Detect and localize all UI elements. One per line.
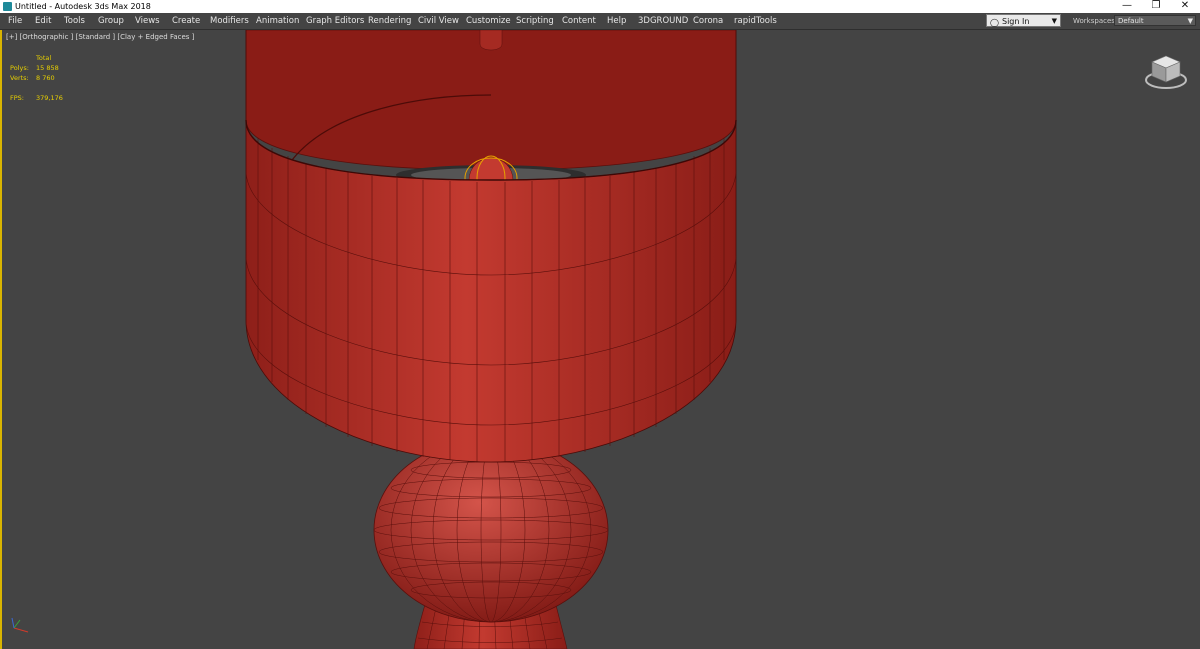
stats-total-label: Total: [36, 54, 52, 62]
menu-3dground[interactable]: 3DGROUND: [638, 13, 688, 29]
menu-file[interactable]: File: [8, 13, 22, 29]
menu-modifiers[interactable]: Modifiers: [210, 13, 249, 29]
stats-verts-value: 8 760: [36, 74, 55, 82]
menu-content[interactable]: Content: [562, 13, 596, 29]
menu-edit[interactable]: Edit: [35, 13, 51, 29]
orthographic-viewport[interactable]: [+] [Orthographic ] [Standard ] [Clay + …: [0, 30, 1200, 649]
menu-scripting[interactable]: Scripting: [516, 13, 554, 29]
3dsmax-app-icon[interactable]: [3, 2, 12, 11]
viewcube-icon[interactable]: [1142, 50, 1190, 92]
viewport-label[interactable]: [+] [Orthographic ] [Standard ] [Clay + …: [6, 33, 194, 41]
workspaces-label: Workspaces:: [1073, 17, 1118, 25]
menu-rendering[interactable]: Rendering: [368, 13, 411, 29]
person-icon: ◯: [990, 18, 999, 27]
menu-tools[interactable]: Tools: [64, 13, 85, 29]
menu-civil-view[interactable]: Civil View: [418, 13, 459, 29]
menu-graph-editors[interactable]: Graph Editors: [306, 13, 364, 29]
workspaces-value: Default: [1118, 17, 1144, 25]
stats-polys-value: 15 858: [36, 64, 59, 72]
menu-create[interactable]: Create: [172, 13, 200, 29]
menu-views[interactable]: Views: [135, 13, 160, 29]
stats-polys-label: Polys:: [10, 64, 29, 72]
stats-verts-label: Verts:: [10, 74, 29, 82]
scene-render: [245, 30, 737, 649]
title-bar: Untitled - Autodesk 3ds Max 2018 — ❐ ✕: [0, 0, 1200, 13]
stats-fps-label: FPS:: [10, 94, 24, 102]
stats-fps-value: 379,176: [36, 94, 63, 102]
workspaces-select[interactable]: Default ▼: [1114, 15, 1196, 26]
menu-group[interactable]: Group: [98, 13, 124, 29]
chevron-down-icon: ▼: [1187, 17, 1193, 25]
sign-in-dropdown[interactable]: ◯ Sign In ▼: [986, 14, 1061, 27]
lamp-ball: [373, 437, 609, 623]
minimize-button[interactable]: —: [1114, 0, 1140, 13]
axis-tripod-icon: [11, 617, 29, 633]
menu-corona[interactable]: Corona: [693, 13, 723, 29]
window-title: Untitled - Autodesk 3ds Max 2018: [15, 2, 151, 11]
close-button[interactable]: ✕: [1172, 0, 1198, 13]
menu-rapidtools[interactable]: rapidTools: [734, 13, 777, 29]
menu-animation[interactable]: Animation: [256, 13, 299, 29]
menu-bar: File Edit Tools Group Views Create Modif…: [0, 13, 1200, 30]
menu-help[interactable]: Help: [607, 13, 626, 29]
chevron-down-icon: ▼: [1051, 17, 1057, 25]
menu-customize[interactable]: Customize: [466, 13, 511, 29]
sign-in-label: Sign In: [1002, 17, 1030, 26]
maximize-button[interactable]: ❐: [1143, 0, 1169, 13]
